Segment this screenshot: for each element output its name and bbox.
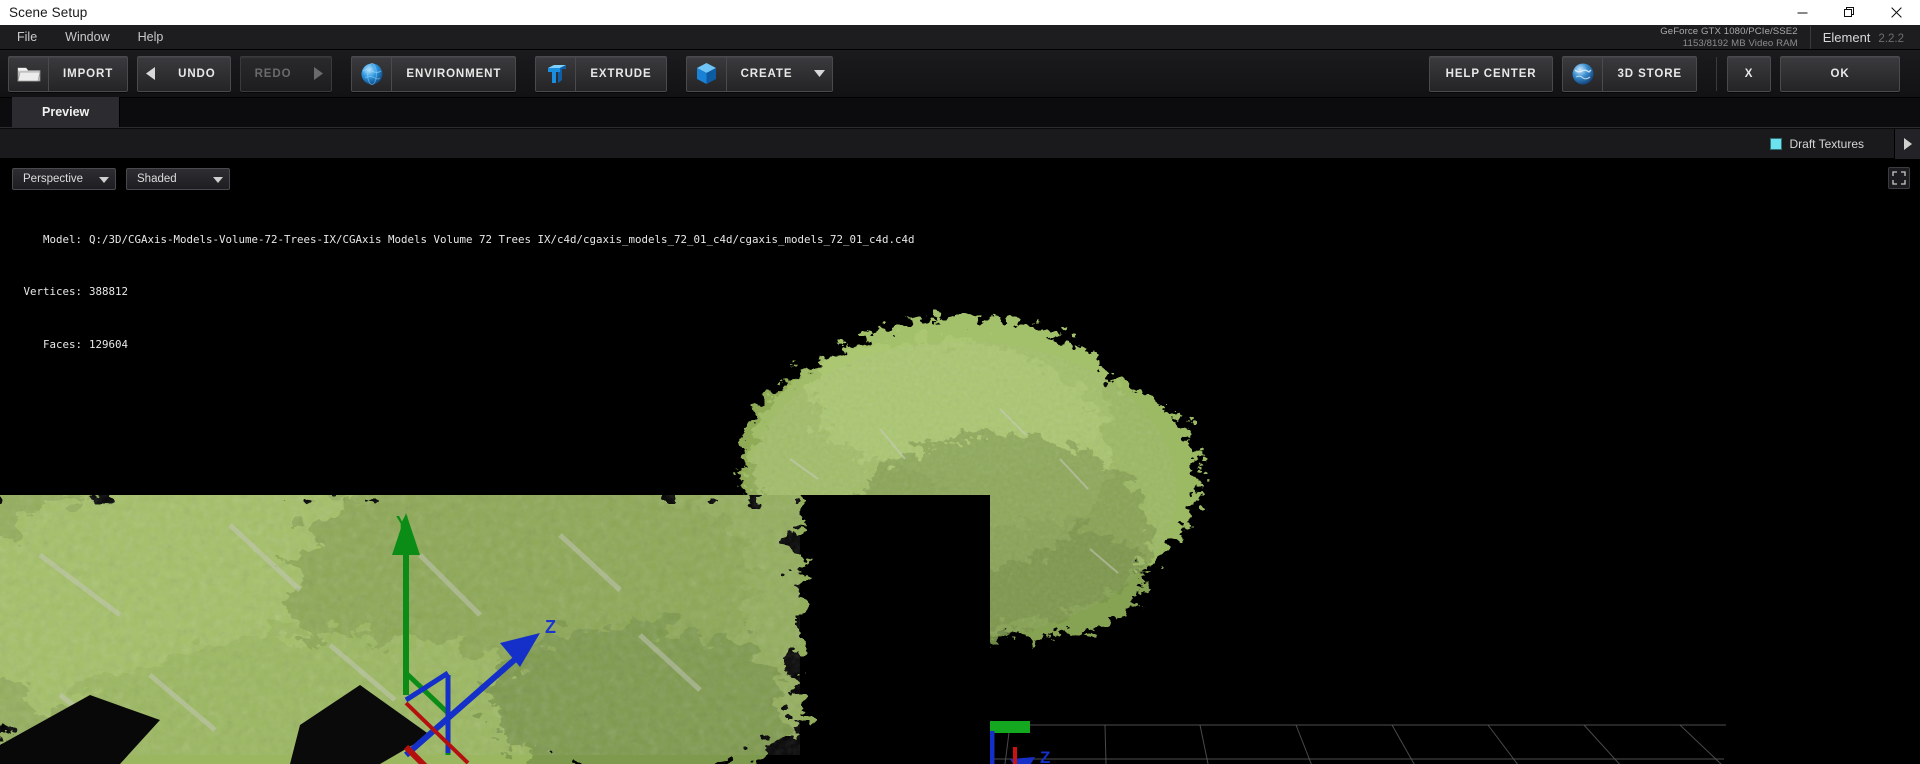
preview-viewport[interactable]: Y Z X [0, 159, 1920, 764]
environment-button[interactable]: ENVIRONMENT [351, 55, 517, 92]
title-bar: Scene Setup [0, 0, 1920, 25]
options-bar: Draft Textures [0, 129, 1920, 159]
tab-strip: Preview [0, 97, 1920, 128]
create-label: CREATE [740, 67, 793, 80]
main-toolbar: IMPORT UNDO REDO ENVIRONMENT EXTRUDE CRE… [0, 50, 1920, 98]
ok-label: OK [1830, 67, 1850, 80]
camera-dropdown[interactable]: Perspective [12, 168, 116, 190]
gpu-memory: 1153/8192 MB Video RAM [1682, 37, 1798, 49]
redo-button[interactable]: REDO [239, 55, 333, 92]
vertices-value: 388812 [89, 285, 129, 299]
close-button[interactable] [1873, 0, 1920, 25]
vertices-row: Vertices: 388812 [16, 283, 915, 300]
help-center-button[interactable]: HELP CENTER [1428, 55, 1554, 92]
create-button[interactable]: CREATE [685, 55, 834, 92]
app-version: 2.2.2 [1878, 33, 1904, 45]
3d-store-button[interactable]: 3D STORE [1562, 55, 1697, 92]
svg-text:Z: Z [545, 617, 556, 637]
app-name: Element [1822, 30, 1871, 45]
triangle-right-icon[interactable] [1894, 129, 1920, 159]
environment-label: ENVIRONMENT [406, 67, 502, 80]
viewport-overlay: Perspective Shaded Model: Q:/3D/CGAxis-M… [0, 159, 915, 388]
arrow-right-icon [305, 57, 331, 91]
closeup-viewport[interactable]: Y Z X [0, 495, 990, 764]
restore-button[interactable] [1826, 0, 1873, 25]
viewport-controls: Perspective Shaded [0, 159, 915, 190]
minimize-button[interactable] [1779, 0, 1826, 25]
shading-dropdown[interactable]: Shaded [126, 168, 230, 190]
arrow-left-icon [138, 57, 164, 91]
status-info: GeForce GTX 1080/PCIe/SSE2 1153/8192 MB … [1660, 25, 1920, 50]
cancel-button[interactable]: X [1727, 55, 1771, 92]
redo-label: REDO [254, 67, 292, 80]
extrude-t-icon [536, 56, 577, 91]
menu-item-help[interactable]: Help [127, 28, 175, 47]
gizmo-z-axis: Z [404, 617, 556, 758]
chevron-down-icon [99, 170, 109, 188]
svg-text:Z: Z [1040, 748, 1050, 764]
ok-button[interactable]: OK [1780, 55, 1900, 92]
faces-row: Faces: 129604 [16, 336, 915, 353]
help-center-label: HELP CENTER [1445, 67, 1537, 80]
svg-text:Y: Y [396, 513, 408, 533]
camera-dropdown-value: Perspective [23, 173, 84, 185]
shading-dropdown-value: Shaded [137, 173, 177, 185]
extrude-label: EXTRUDE [590, 67, 652, 80]
scene-setup-window: Scene Setup File Window Help GeForce GTX… [0, 0, 1920, 764]
draft-textures-label: Draft Textures [1789, 136, 1864, 151]
import-label: IMPORT [63, 67, 114, 80]
chevron-down-icon [806, 57, 832, 91]
globe-icon [352, 56, 393, 91]
faces-key: Faces: [42, 337, 82, 351]
window-controls [1779, 0, 1920, 25]
undo-button[interactable]: UNDO [137, 55, 231, 92]
undo-label: UNDO [178, 67, 216, 80]
draft-textures-toggle[interactable]: Draft Textures [1769, 136, 1864, 151]
toolbar-divider [1716, 56, 1717, 91]
gpu-info: GeForce GTX 1080/PCIe/SSE2 1153/8192 MB … [1660, 26, 1811, 49]
vertices-key: Vertices: [23, 285, 82, 299]
import-button[interactable]: IMPORT [8, 55, 129, 92]
folder-icon [9, 56, 49, 91]
model-path-row: Model: Q:/3D/CGAxis-Models-Volume-72-Tre… [16, 231, 915, 248]
draft-textures-checkbox[interactable] [1769, 137, 1782, 150]
model-info: Model: Q:/3D/CGAxis-Models-Volume-72-Tre… [0, 190, 915, 388]
3d-store-label: 3D STORE [1617, 67, 1682, 80]
app-brand: Element 2.2.2 [1823, 30, 1920, 45]
window-title: Scene Setup [9, 5, 88, 20]
maximize-viewport-icon[interactable] [1888, 167, 1910, 189]
tab-preview[interactable]: Preview [12, 97, 121, 127]
gpu-name: GeForce GTX 1080/PCIe/SSE2 [1660, 26, 1798, 38]
cube-icon [687, 56, 727, 91]
faces-value: 129604 [89, 337, 129, 351]
model-path-value: Q:/3D/CGAxis-Models-Volume-72-Trees-IX/C… [89, 232, 915, 246]
menu-bar: File Window Help [0, 25, 1920, 50]
menu-item-file[interactable]: File [6, 28, 48, 47]
chevron-down-icon [213, 170, 223, 188]
globe-icon [1563, 56, 1604, 91]
menu-item-window[interactable]: Window [54, 28, 120, 47]
extrude-button[interactable]: EXTRUDE [535, 55, 667, 92]
model-path-key: Model: [42, 232, 82, 246]
cancel-label: X [1744, 67, 1754, 80]
transform-gizmo-closeup[interactable]: Y Z X [0, 495, 990, 764]
